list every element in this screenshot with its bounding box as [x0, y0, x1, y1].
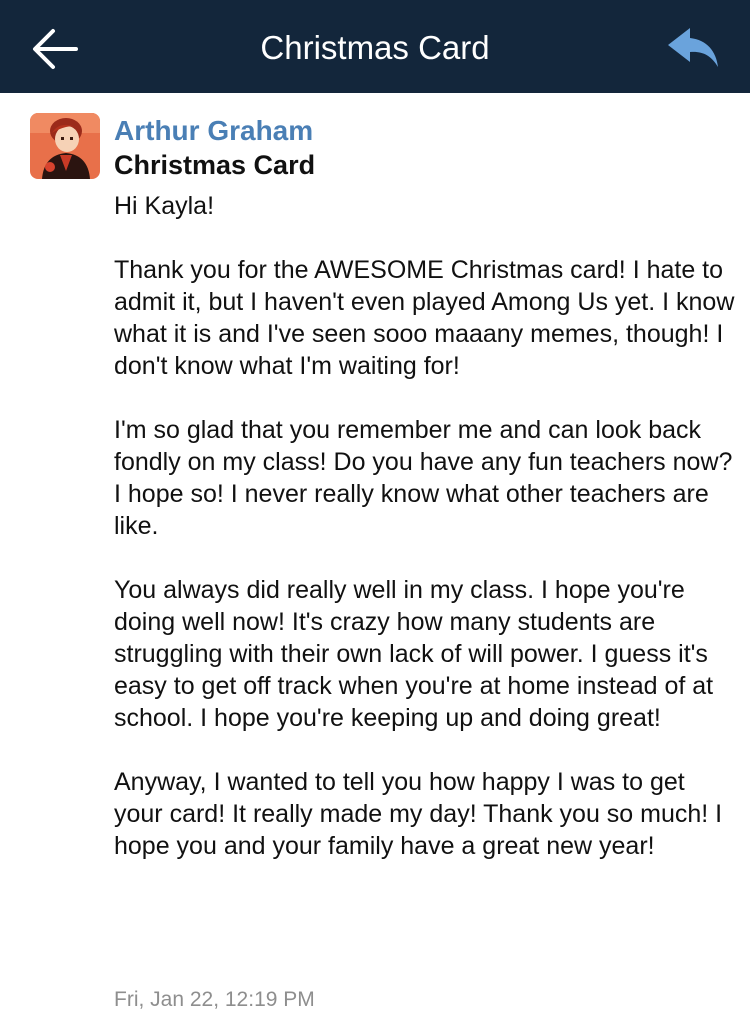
message-body: Hi Kayla! Thank you for the AWESOME Chri…: [114, 190, 736, 862]
message-paragraph: Hi Kayla!: [114, 192, 215, 220]
message-subject: Christmas Card: [114, 150, 316, 180]
reply-button[interactable]: [664, 24, 722, 70]
message-paragraph: You always did really well in my class. …: [114, 576, 714, 732]
message-timestamp: Fri, Jan 22, 12:19 PM: [114, 988, 315, 1011]
page-title: Christmas Card: [260, 29, 490, 66]
arrow-left-icon: [33, 29, 78, 69]
back-button[interactable]: [28, 24, 82, 74]
avatar[interactable]: [30, 113, 100, 179]
top-navigation-bar: Christmas Card: [0, 0, 750, 93]
reply-arrow-icon: [668, 28, 718, 67]
message-paragraph: Thank you for the AWESOME Christmas card…: [114, 256, 735, 380]
message-paragraph: I'm so glad that you remember me and can…: [114, 416, 733, 540]
sender-name[interactable]: Arthur Graham: [114, 113, 313, 149]
message-paragraph: Anyway, I wanted to tell you how happy I…: [114, 768, 723, 860]
avatar-image: [30, 113, 100, 179]
